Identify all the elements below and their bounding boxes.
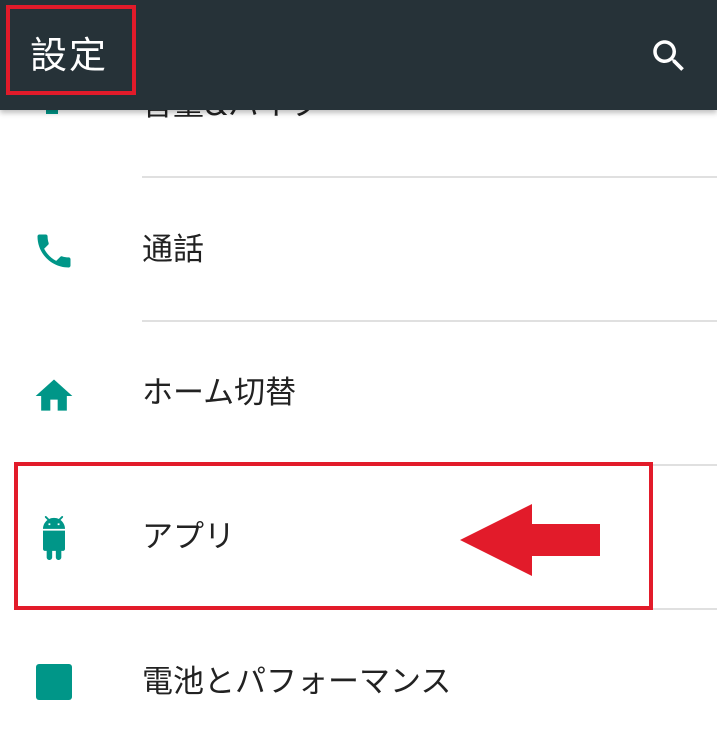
- phone-icon: [37, 234, 71, 268]
- search-icon[interactable]: [648, 35, 690, 77]
- settings-item-label: ホーム切替: [142, 375, 297, 411]
- settings-item-call[interactable]: 通話: [0, 178, 717, 322]
- settings-item-battery[interactable]: 電池とパフォーマンス: [0, 610, 717, 754]
- settings-item-home[interactable]: ホーム切替: [0, 322, 717, 466]
- home-icon: [35, 379, 73, 411]
- settings-item-label: 電池とパフォーマンス: [142, 664, 452, 700]
- annotation-highlight-title: [6, 5, 136, 95]
- settings-item-label: 通話: [142, 232, 204, 268]
- annotation-arrow-icon: [460, 504, 600, 576]
- battery-icon: [36, 664, 72, 700]
